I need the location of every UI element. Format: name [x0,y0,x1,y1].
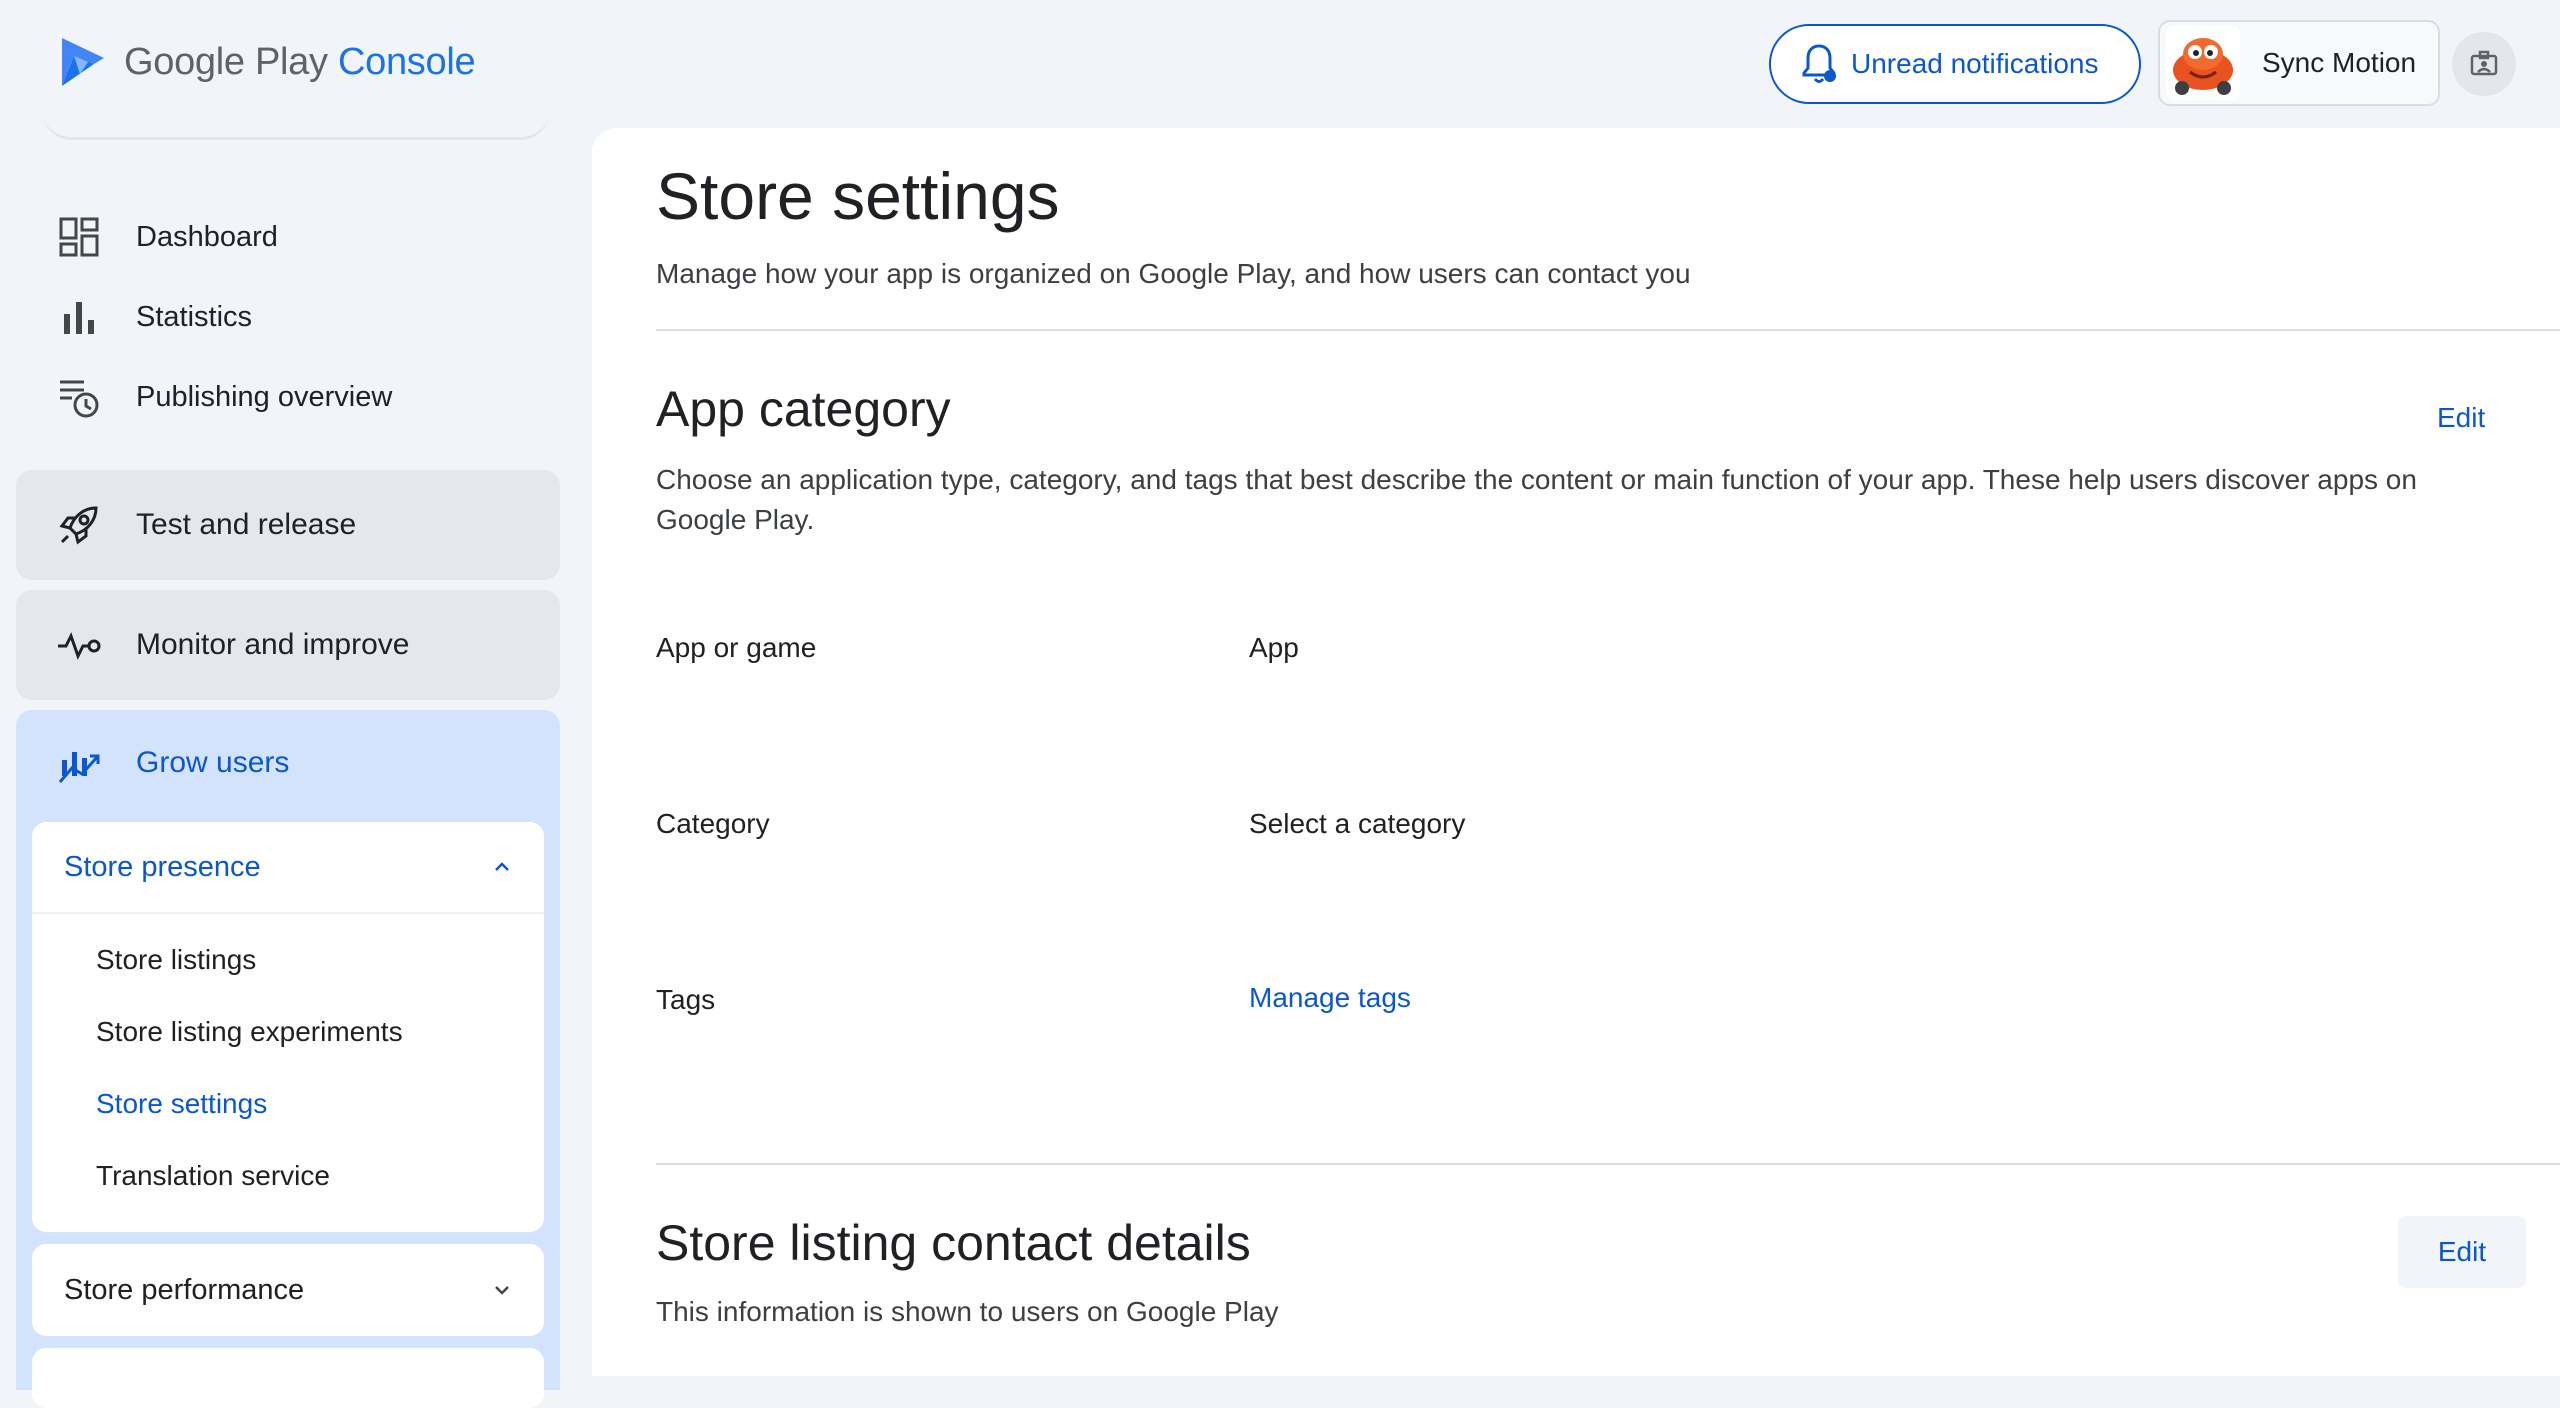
pulse-icon [58,632,101,660]
store-presence-toggle[interactable]: Store presence [32,822,544,914]
app-or-game-value: App [1249,632,1299,663]
play-console-logo-icon [62,38,104,86]
sidebar-section-label: Monitor and improve [136,628,410,661]
sidebar-section-test-and-release[interactable]: Test and release [16,470,560,580]
next-sidebar-group [32,1348,544,1408]
sidebar-section-monitor-and-improve[interactable]: Monitor and improve [16,590,560,700]
store-presence-label: Store presence [64,850,261,883]
category-value: Select a category [1249,808,1466,839]
growth-chart-icon [58,752,100,783]
rocket-icon [59,506,98,545]
app-category-title: App category [656,381,951,437]
sidebar-item-store-settings[interactable]: Store settings [32,1068,544,1140]
publishing-clock-icon [60,380,99,418]
developer-account-icon [2470,50,2498,76]
store-performance-toggle[interactable]: Store performance [32,1244,544,1336]
bell-icon [1802,44,1836,83]
contact-details-description: This information is shown to users on Go… [656,1296,1279,1327]
sidebar-section-label: Grow users [136,746,290,779]
chevron-down-icon [495,1286,509,1295]
app-category-description: Choose an application type, category, an… [656,464,2417,535]
page-subtitle: Manage how your app is organized on Goog… [656,258,1691,289]
app-avatar [2166,26,2240,100]
sidebar-item-label: Dashboard [136,220,278,253]
store-presence-items: Store listings Store listing experiments… [32,914,544,1212]
store-performance-label: Store performance [64,1273,305,1306]
account-name: Sync Motion [2262,47,2417,78]
sidebar: Dashboard Statistics Publishing overview… [0,128,580,1408]
grow-users-header[interactable]: Grow users [56,740,289,786]
divider [656,329,2560,331]
sidebar-item-translation-service[interactable]: Translation service [32,1140,544,1212]
account-switcher[interactable]: Sync Motion [2158,20,2440,106]
manage-tags-link[interactable]: Manage tags [1249,982,1411,1014]
car-mascot-icon [2173,38,2233,95]
page-title: Store settings [656,159,1060,233]
tags-label: Tags [656,984,716,1015]
unread-notifications-button[interactable]: Unread notifications [1769,24,2141,104]
sidebar-section-label: Test and release [136,508,357,541]
sidebar-item-store-listings[interactable]: Store listings [32,924,544,996]
app-category-edit-link[interactable]: Edit [2437,402,2485,434]
sidebar-item-dashboard[interactable]: Dashboard [56,207,278,267]
contact-details-title: Store listing contact details [656,1215,1251,1271]
notifications-label: Unread notifications [1851,48,2099,79]
sidebar-item-label: Publishing overview [136,380,393,413]
contact-details-edit-button[interactable]: Edit [2398,1216,2526,1288]
store-presence-group: Store presence Store listings Store list… [32,822,544,1232]
bar-chart-icon [64,302,94,334]
sidebar-item-publishing-overview[interactable]: Publishing overview [56,367,392,427]
app-search-edge [42,98,550,140]
category-label: Category [656,808,770,839]
sidebar-section-grow-users: Grow users Store presence Store listings… [16,710,560,1408]
dashboard-icon [59,217,99,257]
main-content: Store settings Manage how your app is or… [592,128,2560,1376]
sidebar-item-label: Statistics [136,300,253,333]
store-performance-group: Store performance [32,1244,544,1336]
divider [656,1163,2560,1165]
sidebar-item-statistics[interactable]: Statistics [56,287,252,347]
developer-account-button[interactable] [2452,32,2516,96]
app-or-game-label: App or game [656,632,817,663]
logo-text: Google Play Console [124,40,476,83]
sidebar-item-store-listing-experiments[interactable]: Store listing experiments [32,996,544,1068]
play-console-logo[interactable]: Google Play Console [58,34,476,90]
chevron-up-icon [495,862,509,871]
